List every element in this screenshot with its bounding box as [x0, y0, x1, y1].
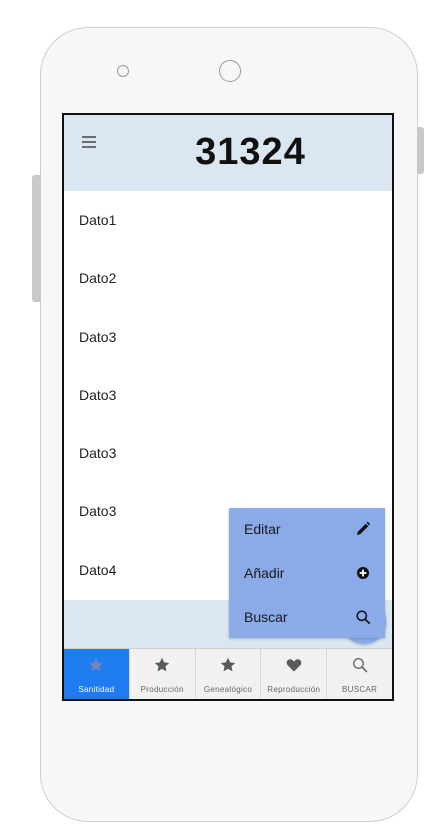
volume-button	[32, 175, 41, 302]
proximity-sensor	[117, 65, 129, 77]
menu-item-anadir[interactable]: Añadir	[229, 552, 385, 596]
tab-buscar[interactable]: BUSCAR	[326, 649, 392, 699]
page-title: 31324	[195, 131, 306, 173]
tab-label: Sanitidad	[78, 685, 115, 694]
list-item[interactable]: Dato2	[64, 249, 392, 307]
menu-item-label: Buscar	[244, 609, 288, 625]
list-item[interactable]: Dato3	[64, 366, 392, 424]
list-item[interactable]: Dato3	[64, 424, 392, 482]
list-item[interactable]: Dato1	[64, 191, 392, 249]
tab-sanitidad[interactable]: Sanitidad	[64, 649, 129, 699]
app-header: 31324	[64, 115, 392, 191]
star-icon	[89, 657, 104, 672]
tab-label: Genealógico	[203, 685, 253, 694]
star-icon	[220, 657, 236, 672]
plus-circle-icon	[357, 567, 369, 579]
menu-item-buscar[interactable]: Buscar	[229, 596, 385, 640]
menu-item-label: Editar	[244, 521, 281, 537]
tab-label: Reproducción	[267, 685, 321, 694]
tab-label: Producción	[140, 685, 184, 694]
star-icon	[154, 657, 170, 672]
menu-item-label: Añadir	[244, 565, 285, 581]
menu-item-editar[interactable]: Editar	[229, 508, 385, 552]
search-icon	[352, 657, 367, 673]
search-icon	[356, 610, 371, 625]
fab-menu: Editar Añadir Buscar	[229, 508, 385, 638]
tab-reproduccion[interactable]: Reproducción	[260, 649, 326, 699]
tab-produccion[interactable]: Producción	[128, 649, 195, 699]
heart-icon	[286, 659, 302, 672]
power-button	[417, 127, 424, 174]
tab-genealogico[interactable]: Genealógico	[194, 649, 261, 699]
list-item[interactable]: Dato3	[64, 308, 392, 366]
bottom-navigation: Sanitidad Producción Genealógico Reprodu…	[64, 648, 392, 699]
pencil-icon	[357, 521, 371, 535]
front-camera	[219, 60, 241, 82]
tab-label: BUSCAR	[342, 685, 378, 694]
